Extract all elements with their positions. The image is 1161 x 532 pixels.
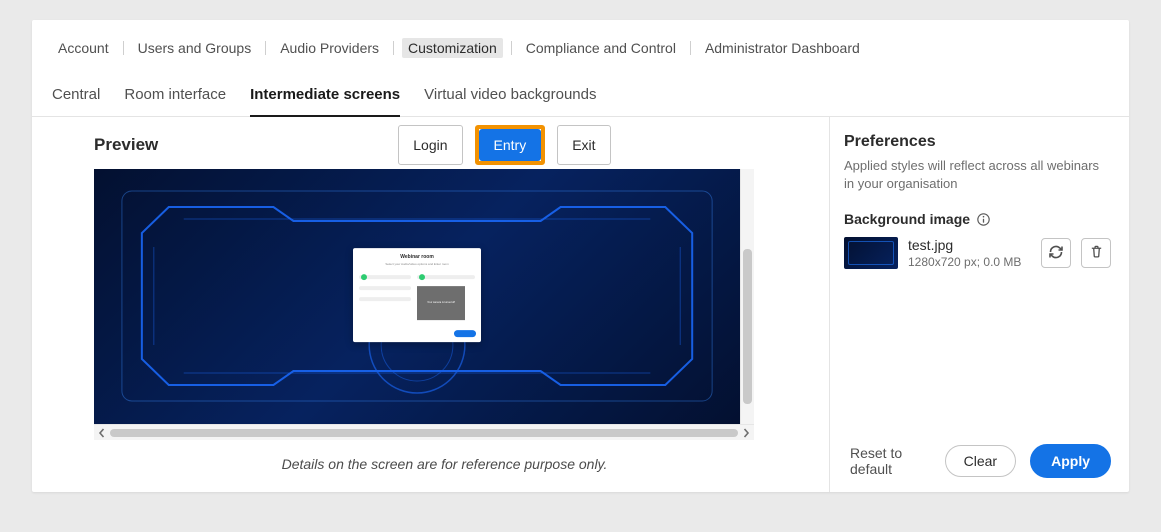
- dialog-subtitle: Select your Audio/video options and Ente…: [359, 262, 475, 266]
- preview-caption: Details on the screen are for reference …: [94, 456, 795, 472]
- file-name: test.jpg: [908, 237, 1031, 253]
- entry-toggle-button[interactable]: Entry: [479, 129, 542, 161]
- tab-virtual-video-backgrounds[interactable]: Virtual video backgrounds: [424, 86, 596, 116]
- nav-separator: [511, 41, 512, 55]
- topnav-compliance[interactable]: Compliance and Control: [520, 38, 682, 58]
- chevron-right-icon[interactable]: [740, 427, 752, 439]
- preferences-heading: Preferences: [844, 133, 1111, 151]
- orange-highlight: Entry: [475, 125, 546, 165]
- tab-central[interactable]: Central: [52, 86, 100, 116]
- enter-room-button-preview: [454, 330, 476, 337]
- screen-toggle-group: Login Entry Exit: [398, 125, 610, 165]
- preview-heading: Preview: [94, 135, 158, 155]
- refresh-icon: [1048, 244, 1064, 263]
- scrollbar-track[interactable]: [110, 429, 738, 437]
- tab-room-interface[interactable]: Room interface: [124, 86, 226, 116]
- exit-toggle-button[interactable]: Exit: [557, 125, 610, 165]
- vertical-scrollbar[interactable]: [740, 169, 754, 424]
- topnav-audio-providers[interactable]: Audio Providers: [274, 38, 385, 58]
- apply-button[interactable]: Apply: [1030, 444, 1111, 478]
- trash-icon: [1089, 244, 1104, 262]
- scrollbar-thumb[interactable]: [743, 249, 752, 404]
- background-image-label: Background image: [844, 211, 970, 227]
- nav-separator: [265, 41, 266, 55]
- nav-separator: [690, 41, 691, 55]
- preview-background: Webinar room Select your Audio/video opt…: [94, 169, 740, 424]
- top-nav: Account Users and Groups Audio Providers…: [32, 20, 1129, 58]
- entry-dialog-preview: Webinar room Select your Audio/video opt…: [353, 248, 481, 342]
- chevron-left-icon[interactable]: [96, 427, 108, 439]
- tab-intermediate-screens[interactable]: Intermediate screens: [250, 86, 400, 117]
- background-thumbnail: [844, 237, 898, 269]
- clear-button[interactable]: Clear: [945, 445, 1016, 477]
- nav-separator: [393, 41, 394, 55]
- preferences-help: Applied styles will reflect across all w…: [844, 157, 1111, 193]
- horizontal-scrollbar[interactable]: [94, 424, 754, 440]
- preview-pane: Webinar room Select your Audio/video opt…: [94, 169, 754, 440]
- dialog-title: Webinar room: [359, 254, 475, 260]
- tabs: Central Room interface Intermediate scre…: [32, 58, 1129, 117]
- nav-separator: [123, 41, 124, 55]
- login-toggle-button[interactable]: Login: [398, 125, 462, 165]
- file-dimensions: 1280x720 px; 0.0 MB: [908, 255, 1031, 269]
- reset-to-default-link[interactable]: Reset to default: [844, 445, 931, 477]
- topnav-admin-dashboard[interactable]: Administrator Dashboard: [699, 38, 866, 58]
- info-icon[interactable]: [976, 212, 990, 226]
- topnav-users-groups[interactable]: Users and Groups: [132, 38, 258, 58]
- camera-placeholder: Your camera is turned off: [417, 286, 465, 320]
- delete-button[interactable]: [1081, 238, 1111, 268]
- replace-button[interactable]: [1041, 238, 1071, 268]
- topnav-customization[interactable]: Customization: [402, 38, 503, 58]
- topnav-account[interactable]: Account: [52, 38, 115, 58]
